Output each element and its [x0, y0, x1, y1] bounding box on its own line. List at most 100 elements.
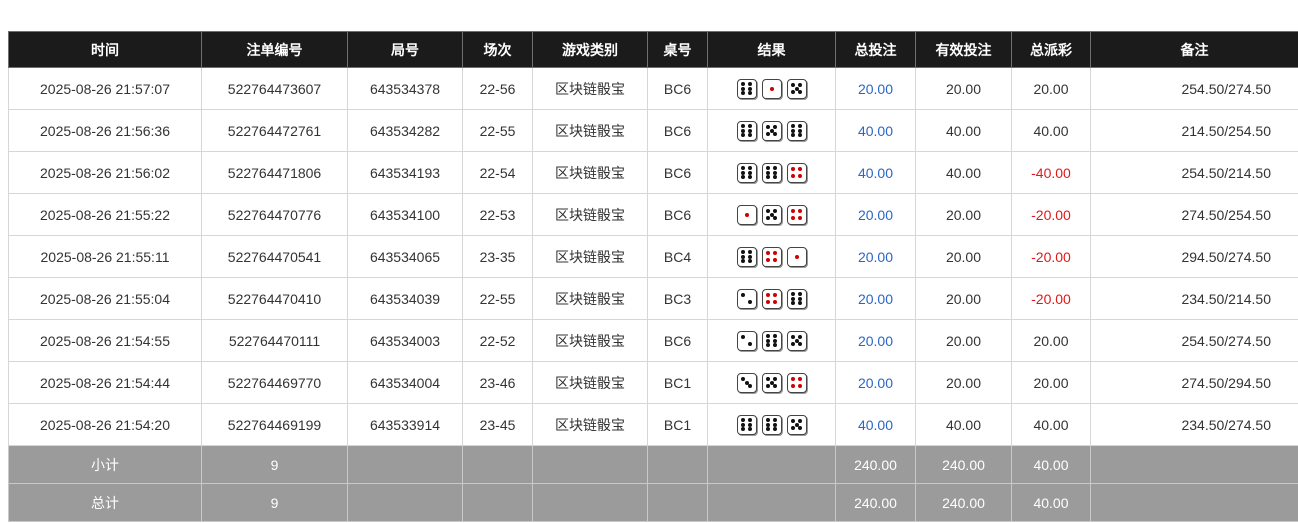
col-header-game: 游戏类别 — [532, 31, 648, 68]
die-5-icon — [761, 120, 782, 141]
round-number: 643534282 — [347, 109, 463, 152]
dice-group — [709, 246, 835, 267]
bet-id: 522764469770 — [201, 361, 348, 404]
col-header-total-bet: 总投注 — [835, 31, 916, 68]
table-number: BC6 — [647, 193, 708, 236]
dice-group — [709, 162, 835, 183]
dice-result — [707, 277, 836, 320]
total-bet: 40.00 — [835, 109, 916, 152]
summary-label: 总计 — [8, 483, 202, 522]
col-header-time: 时间 — [8, 31, 202, 68]
total-row: 总计 9 240.00 240.00 40.00 — [8, 483, 1298, 522]
bet-time: 2025-08-26 21:55:22 — [8, 193, 202, 236]
round-number: 643534039 — [347, 277, 463, 320]
bet-history-panel: 时间 注单编号 局号 场次 游戏类别 桌号 结果 总投注 有效投注 总派彩 备注… — [8, 31, 1298, 522]
table-row: 2025-08-26 21:57:07 522764473607 643534378… — [8, 67, 1298, 110]
table-row: 2025-08-26 21:55:11 522764470541 643534065… — [8, 235, 1298, 278]
die-5-icon — [786, 414, 807, 435]
round-number: 643534378 — [347, 67, 463, 110]
die-5-icon — [786, 78, 807, 99]
die-6-icon — [736, 414, 757, 435]
dice-group — [709, 414, 835, 435]
valid-bet: 20.00 — [915, 193, 1012, 236]
session-number: 22-54 — [462, 151, 533, 194]
game-type: 区块链骰宝 — [532, 361, 648, 404]
dice-result — [707, 403, 836, 446]
bet-time: 2025-08-26 21:55:04 — [8, 277, 202, 320]
die-4-icon — [786, 204, 807, 225]
table-number: BC6 — [647, 67, 708, 110]
die-6-icon — [761, 162, 782, 183]
table-row: 2025-08-26 21:55:22 522764470776 643534100… — [8, 193, 1298, 236]
table-row: 2025-08-26 21:56:36 522764472761 643534282… — [8, 109, 1298, 152]
valid-bet: 40.00 — [915, 403, 1012, 446]
payout: 20.00 — [1011, 67, 1091, 110]
valid-bet: 20.00 — [915, 67, 1012, 110]
session-number: 23-46 — [462, 361, 533, 404]
remark-balance: 274.50/254.50 — [1090, 193, 1298, 236]
table-number: BC3 — [647, 277, 708, 320]
game-type: 区块链骰宝 — [532, 151, 648, 194]
die-5-icon — [786, 330, 807, 351]
table-number: BC6 — [647, 151, 708, 194]
round-number: 643534193 — [347, 151, 463, 194]
valid-bet: 40.00 — [915, 151, 1012, 194]
table-row: 2025-08-26 21:56:02 522764471806 643534193… — [8, 151, 1298, 194]
dice-result — [707, 151, 836, 194]
round-number: 643534100 — [347, 193, 463, 236]
table-number: BC6 — [647, 109, 708, 152]
game-type: 区块链骰宝 — [532, 67, 648, 110]
round-number: 643534065 — [347, 235, 463, 278]
total-bet: 40.00 — [835, 403, 916, 446]
payout: 40.00 — [1011, 403, 1091, 446]
summary-total-bet: 240.00 — [835, 483, 916, 522]
summary-valid-bet: 240.00 — [915, 445, 1012, 484]
session-number: 22-53 — [462, 193, 533, 236]
game-type: 区块链骰宝 — [532, 109, 648, 152]
die-6-icon — [736, 162, 757, 183]
session-number: 23-45 — [462, 403, 533, 446]
summary-empty-cell — [647, 483, 708, 522]
bet-id: 522764470541 — [201, 235, 348, 278]
session-number: 22-52 — [462, 319, 533, 362]
total-bet: 40.00 — [835, 151, 916, 194]
remark-balance: 294.50/274.50 — [1090, 235, 1298, 278]
table-row: 2025-08-26 21:54:44 522764469770 643534004… — [8, 361, 1298, 404]
summary-empty-cell — [707, 483, 836, 522]
die-2-icon — [736, 330, 757, 351]
total-bet: 20.00 — [835, 235, 916, 278]
summary-empty-cell — [347, 483, 463, 522]
die-4-icon — [761, 288, 782, 309]
total-bet: 20.00 — [835, 277, 916, 320]
game-type: 区块链骰宝 — [532, 193, 648, 236]
col-header-payout: 总派彩 — [1011, 31, 1091, 68]
valid-bet: 20.00 — [915, 361, 1012, 404]
summary-count: 9 — [201, 445, 348, 484]
session-number: 23-35 — [462, 235, 533, 278]
die-6-icon — [786, 288, 807, 309]
session-number: 22-55 — [462, 109, 533, 152]
payout: 20.00 — [1011, 361, 1091, 404]
die-5-icon — [761, 204, 782, 225]
bet-id: 522764470776 — [201, 193, 348, 236]
valid-bet: 20.00 — [915, 319, 1012, 362]
payout: -20.00 — [1011, 193, 1091, 236]
remark-balance: 274.50/294.50 — [1090, 361, 1298, 404]
die-4-icon — [786, 372, 807, 393]
bet-time: 2025-08-26 21:54:44 — [8, 361, 202, 404]
dice-result — [707, 109, 836, 152]
payout: 20.00 — [1011, 319, 1091, 362]
die-4-icon — [786, 162, 807, 183]
table-number: BC6 — [647, 319, 708, 362]
bet-id: 522764471806 — [201, 151, 348, 194]
summary-label: 小计 — [8, 445, 202, 484]
die-6-icon — [736, 78, 757, 99]
dice-group — [709, 204, 835, 225]
payout: -40.00 — [1011, 151, 1091, 194]
bet-time: 2025-08-26 21:54:20 — [8, 403, 202, 446]
dice-group — [709, 372, 835, 393]
die-1-icon — [736, 204, 757, 225]
total-bet: 20.00 — [835, 193, 916, 236]
die-3-icon — [736, 372, 757, 393]
total-bet: 20.00 — [835, 67, 916, 110]
